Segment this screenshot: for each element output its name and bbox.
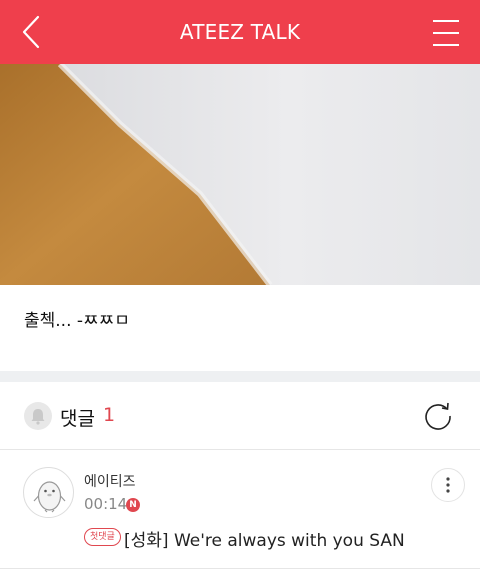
- bell-icon: [31, 409, 45, 425]
- penguin-avatar-icon: [33, 481, 66, 513]
- notification-button[interactable]: [24, 402, 52, 430]
- new-badge: N: [126, 498, 140, 512]
- refresh-button[interactable]: [420, 398, 456, 434]
- comments-label: 댓글: [60, 408, 95, 430]
- comment-author[interactable]: 에이티즈: [84, 471, 136, 491]
- section-divider: [0, 371, 480, 382]
- comments-header: 댓글 1: [0, 382, 480, 450]
- page-title: ATEEZ TALK: [179, 20, 301, 44]
- chevron-left-icon: [22, 15, 40, 49]
- comment-text: [성화] We're always with you SAN: [124, 531, 405, 551]
- more-vertical-icon: [446, 477, 450, 493]
- avatar[interactable]: [23, 467, 74, 518]
- hamburger-menu-icon: [433, 20, 459, 46]
- refresh-icon: [425, 402, 451, 430]
- comment-item: 에이티즈 00:14 N 첫댓글 [성화] We're always with …: [0, 451, 480, 569]
- menu-button[interactable]: [430, 16, 462, 48]
- more-options-button[interactable]: [431, 468, 465, 502]
- post-text: 출첵... -ㅉㅉㅁ: [24, 311, 130, 331]
- comments-count: 1: [103, 404, 116, 426]
- first-comment-tag: 첫댓글: [84, 528, 121, 546]
- post-photo[interactable]: [0, 64, 480, 285]
- divider: [0, 568, 480, 569]
- back-button[interactable]: [18, 14, 48, 50]
- photo-image: [0, 64, 480, 285]
- comment-time: 00:14: [84, 495, 128, 513]
- app-header: ATEEZ TALK: [0, 0, 480, 64]
